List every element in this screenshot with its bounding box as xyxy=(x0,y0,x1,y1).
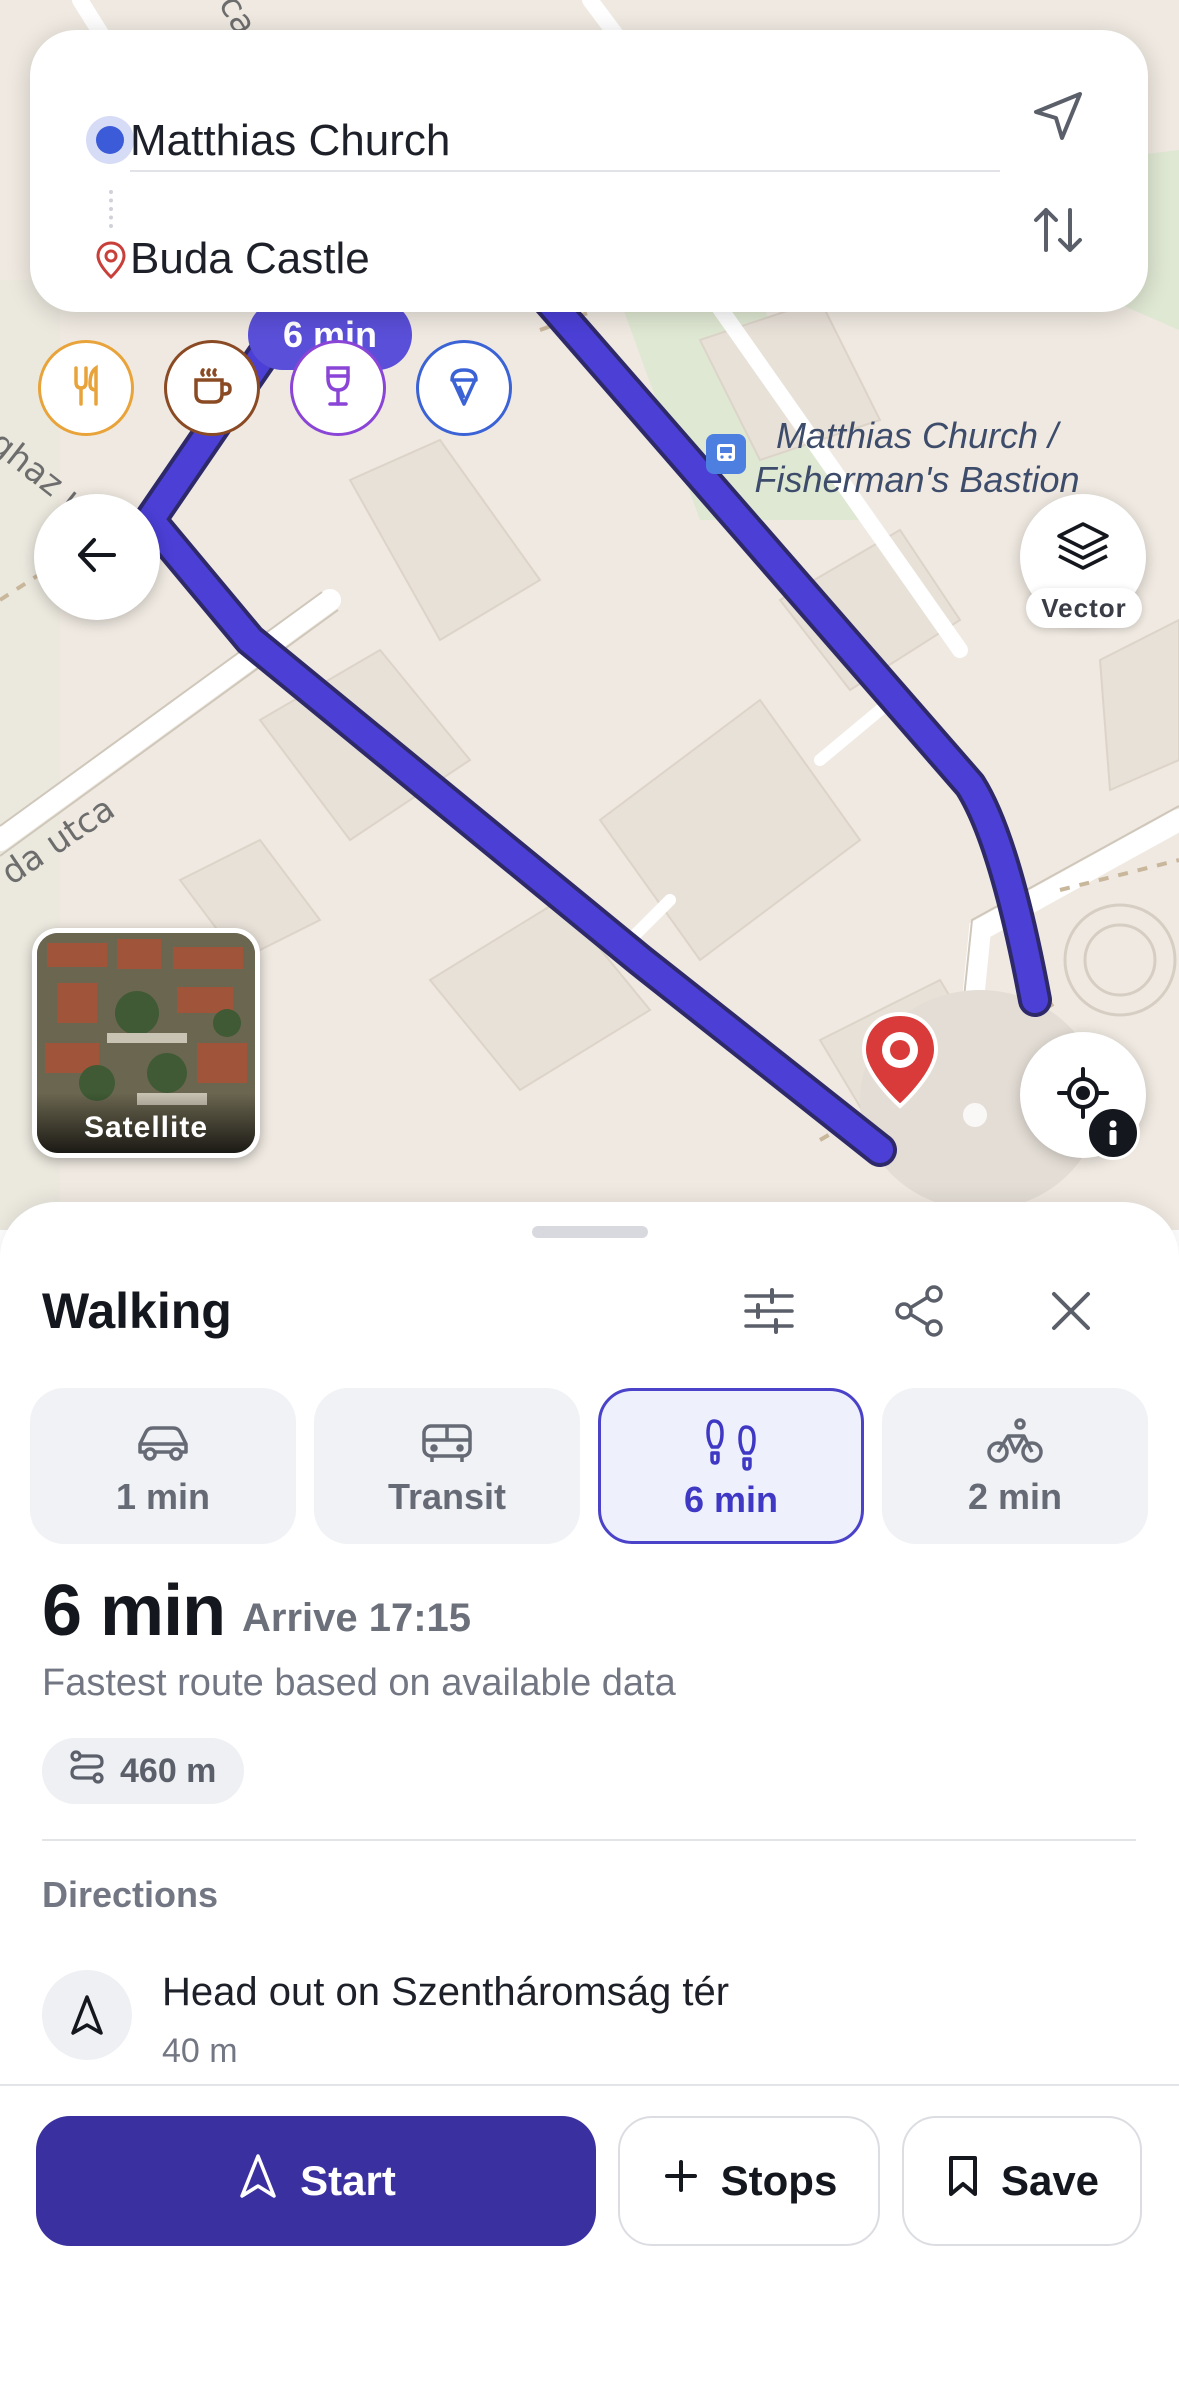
sheet-title: Walking xyxy=(42,1283,232,1339)
destination-field[interactable]: Buda Castle xyxy=(130,234,370,284)
section-divider xyxy=(42,1839,1136,1841)
route-description: Fastest route based on available data xyxy=(42,1662,676,1704)
back-button[interactable] xyxy=(34,494,160,620)
step-instruction[interactable]: Head out on Szentháromság tér xyxy=(162,1970,729,2015)
wine-bar-chip[interactable] xyxy=(290,340,386,436)
poi-label[interactable]: Matthias Church / Fisherman's Bastion xyxy=(752,414,1082,502)
map-view[interactable]: ca ághaz u. da utca Matthias Church / Fi… xyxy=(0,0,1179,1230)
start-button[interactable]: Start xyxy=(36,2116,596,2246)
origin-field[interactable]: Matthias Church xyxy=(130,116,450,166)
step-direction-icon xyxy=(42,1970,132,2060)
mode-cycling[interactable]: 2 min xyxy=(882,1388,1148,1544)
route-duration: 6 min xyxy=(42,1571,226,1651)
mode-walking-label: 6 min xyxy=(683,1479,779,1520)
arrival-time: Arrive 17:15 xyxy=(242,1596,472,1640)
bookmark-icon xyxy=(945,2154,981,2208)
field-divider xyxy=(130,170,1000,172)
bus-stop-icon[interactable] xyxy=(706,434,746,474)
origin-dot-icon xyxy=(86,116,134,164)
mode-driving-label: 1 min xyxy=(115,1476,211,1517)
route-icon xyxy=(68,1748,106,1795)
sheet-handle[interactable] xyxy=(532,1226,648,1238)
layer-mode-label: Vector xyxy=(1026,588,1142,628)
save-button[interactable]: Save xyxy=(902,2116,1142,2246)
mode-transit[interactable]: Transit xyxy=(314,1388,580,1544)
step-distance: 40 m xyxy=(162,2032,238,2070)
mode-transit-label: Transit xyxy=(387,1476,507,1517)
destination-pin-icon xyxy=(94,240,128,285)
stops-button[interactable]: Stops xyxy=(618,2116,880,2246)
car-icon xyxy=(134,1422,192,1471)
bike-icon xyxy=(986,1418,1044,1471)
ice-cream-chip[interactable] xyxy=(416,340,512,436)
navigation-arrow-icon xyxy=(236,2152,280,2210)
info-icon[interactable] xyxy=(1086,1106,1140,1160)
stops-label: Stops xyxy=(720,2157,838,2204)
route-search-card: Matthias Church Buda Castle xyxy=(30,30,1148,312)
arrow-left-icon xyxy=(72,530,122,585)
satellite-label: Satellite xyxy=(37,1093,255,1153)
close-icon[interactable] xyxy=(1042,1282,1100,1345)
cafe-icon xyxy=(188,362,236,415)
start-label: Start xyxy=(300,2157,396,2204)
restaurant-icon xyxy=(62,362,110,415)
mode-walking[interactable]: 6 min xyxy=(598,1388,864,1544)
directions-heading: Directions xyxy=(42,1874,219,1915)
cafe-chip[interactable] xyxy=(164,340,260,436)
ice-cream-icon xyxy=(440,362,488,415)
save-label: Save xyxy=(1000,2157,1100,2204)
route-options-icon[interactable] xyxy=(740,1282,798,1345)
mode-cycling-label: 2 min xyxy=(967,1476,1063,1517)
restaurant-chip[interactable] xyxy=(38,340,134,436)
walk-icon xyxy=(702,1419,760,1476)
wine-bar-icon xyxy=(314,362,362,415)
route-dots-icon xyxy=(109,190,117,228)
swap-icon[interactable] xyxy=(1026,198,1090,267)
satellite-toggle[interactable]: Satellite xyxy=(32,928,260,1158)
destination-marker-icon xyxy=(858,1010,942,1115)
share-icon[interactable] xyxy=(890,1282,948,1345)
plus-icon xyxy=(661,2156,701,2206)
distance-badge: 460 m xyxy=(42,1738,245,1804)
mode-driving[interactable]: 1 min xyxy=(30,1388,296,1544)
distance-value: 460 m xyxy=(120,1751,217,1790)
layers-icon xyxy=(1053,516,1113,581)
bus-icon xyxy=(418,1422,476,1471)
action-bar: Start Stops Save xyxy=(0,2084,1179,2381)
navigate-icon[interactable] xyxy=(1026,84,1090,153)
